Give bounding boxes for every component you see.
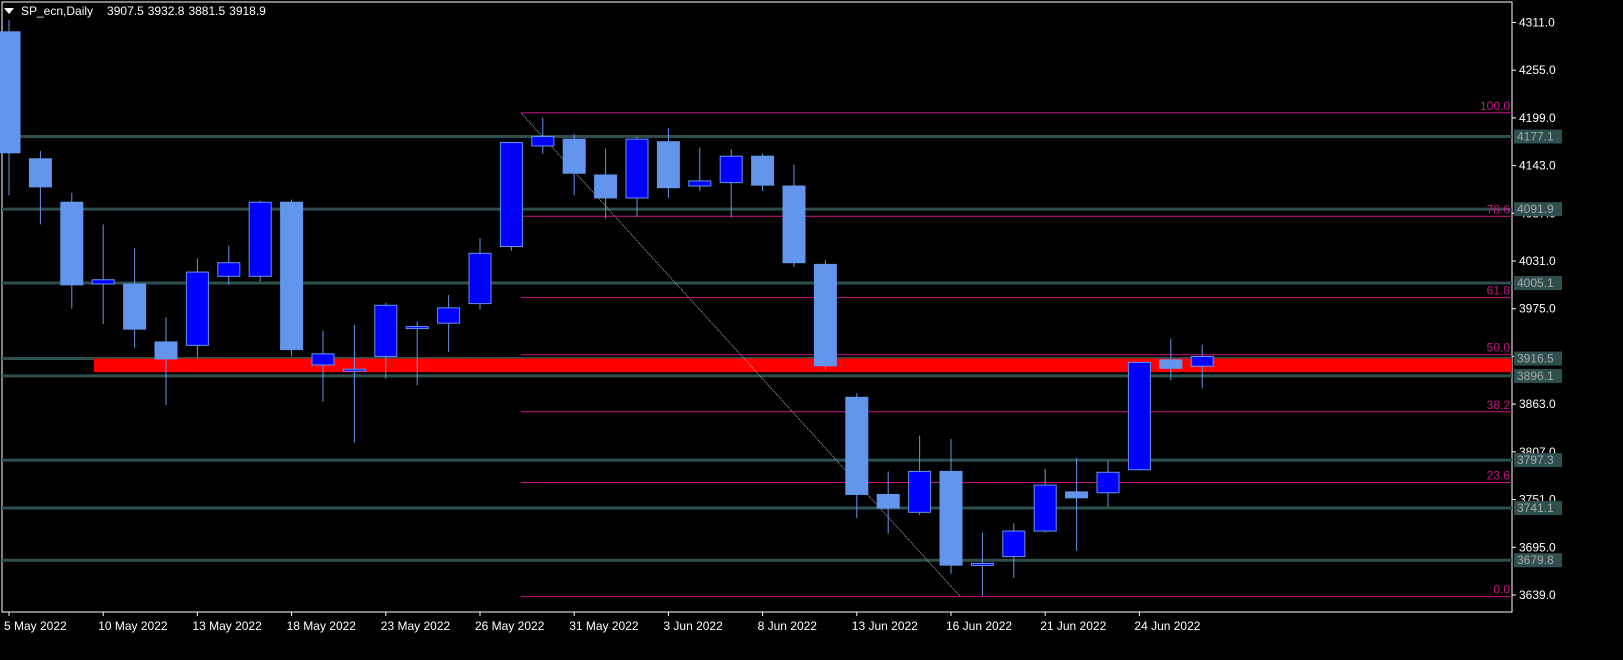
candle-body[interactable] [845,396,869,495]
x-tick-label: 31 May 2022 [569,619,639,633]
x-tick-label: 21 Jun 2022 [1040,619,1106,633]
candle-body[interactable] [562,138,586,174]
fib-level-label: 100.0 [1480,99,1510,113]
candle-body[interactable] [1127,361,1151,471]
candle-body[interactable] [405,326,429,330]
candle-body[interactable] [1033,484,1057,532]
candle-body[interactable] [688,180,712,187]
candle-body[interactable] [499,142,523,248]
candle-body[interactable] [531,136,555,147]
x-tick-label: 26 May 2022 [475,619,545,633]
candle-body[interactable] [0,31,21,154]
fib-level-label: 78.6 [1487,202,1511,216]
candle-body[interactable] [60,201,84,286]
level-price-label: 3679.8 [1517,553,1554,567]
candle-body[interactable] [1096,471,1120,494]
candle-body[interactable] [1002,530,1026,558]
y-tick-label: 3975.0 [1519,302,1556,316]
level-price-label: 4091.9 [1517,202,1554,216]
candle-body[interactable] [908,470,932,513]
fib-level-label: 0.0 [1493,583,1510,597]
fib-level-label: 23.6 [1487,468,1511,482]
level-price-label: 4005.1 [1517,276,1554,290]
candle-body[interactable] [123,283,147,330]
candle-body[interactable] [751,155,775,186]
level-price-label: 3741.1 [1517,501,1554,515]
level-price-label: 3916.5 [1517,352,1554,366]
y-tick-label: 3695.0 [1519,540,1556,554]
candle-body[interactable] [342,368,366,372]
candle-body[interactable] [876,493,900,509]
red-zone[interactable] [93,358,1512,373]
candle-body[interactable] [1065,491,1089,499]
y-tick-label: 4311.0 [1519,15,1555,29]
candle-body[interactable] [91,279,115,285]
symbol-menu-icon[interactable] [4,8,14,14]
ohlc-open: 3907.5 [107,4,144,18]
candle-body[interactable] [1159,359,1183,369]
candle-body[interactable] [248,201,272,277]
level-price-label: 3896.1 [1517,369,1554,383]
x-tick-label: 13 May 2022 [192,619,262,633]
level-price-label: 3797.3 [1517,453,1554,467]
y-tick-label: 4199.0 [1519,111,1556,125]
fib-level-label: 50.0 [1487,341,1511,355]
symbol-label: SP_ecn,Daily [21,4,94,18]
candle-body[interactable] [656,141,680,189]
fib-level-label: 38.2 [1487,398,1511,412]
candle-body[interactable] [154,341,178,360]
x-tick-label: 16 Jun 2022 [946,619,1012,633]
x-tick-label: 8 Jun 2022 [758,619,818,633]
chart-window[interactable]: 100.0 78.6 61.8 50.0 38.2 23.6 0.0 4311.0 4255.0… [0,0,1623,660]
candle-body[interactable] [185,271,209,346]
candle-body[interactable] [719,155,743,184]
candle-body[interactable] [217,262,241,277]
candle-body[interactable] [437,307,461,324]
ohlc-high: 3932.8 [147,4,185,18]
y-tick-label: 3639.0 [1519,588,1556,602]
ohlc-close: 3918.9 [229,4,266,18]
chart-header: SP_ecn,Daily 3907.5 3932.8 3881.5 3918.9 [4,4,266,18]
y-tick-label: 3863.0 [1519,397,1556,411]
x-tick-label: 13 Jun 2022 [852,619,918,633]
level-price-label: 4177.1 [1517,130,1554,144]
candle-body[interactable] [374,304,398,357]
candle-body[interactable] [1190,355,1214,367]
candle-body[interactable] [28,158,52,188]
fib-level-label: 61.8 [1487,284,1511,298]
candle-body[interactable] [280,201,304,351]
x-tick-label: 3 Jun 2022 [663,619,723,633]
candle-body[interactable] [939,470,963,566]
x-tick-label: 18 May 2022 [287,619,357,633]
ohlc-low: 3881.5 [188,4,226,18]
y-tick-label: 4143.0 [1519,159,1556,173]
candle-body[interactable] [625,138,649,199]
x-tick-label: 23 May 2022 [381,619,451,633]
candle-body[interactable] [813,263,837,367]
x-tick-label: 5 May 2022 [4,619,67,633]
candle-body[interactable] [311,353,335,366]
candlestick-chart[interactable]: 100.0 78.6 61.8 50.0 38.2 23.6 0.0 4311.0 4255.0… [0,0,1623,660]
y-tick-label: 4031.0 [1519,254,1556,268]
candle-body[interactable] [594,174,618,199]
candle-body[interactable] [782,185,806,264]
y-tick-label: 4255.0 [1519,63,1556,77]
candle-body[interactable] [970,562,994,566]
x-tick-label: 10 May 2022 [98,619,168,633]
candle-body[interactable] [468,252,492,305]
x-tick-label: 24 Jun 2022 [1134,619,1200,633]
